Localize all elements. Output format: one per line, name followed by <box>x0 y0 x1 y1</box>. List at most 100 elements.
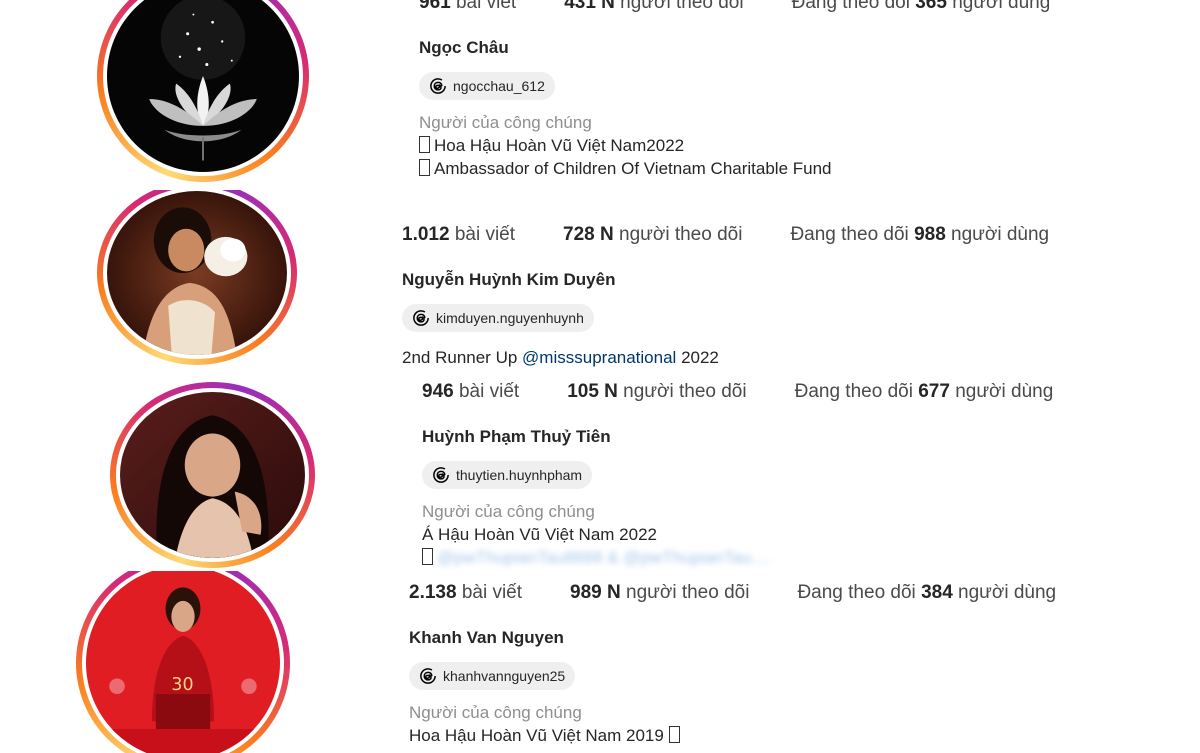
threads-icon <box>430 78 446 94</box>
threads-badge[interactable]: ngocchau_612 <box>419 72 555 100</box>
profile-name: Nguyễn Huỳnh Kim Duyên <box>402 270 616 289</box>
followers-label: người theo dõi <box>619 224 743 245</box>
bio-text: 2022 <box>681 348 719 367</box>
following-prefix: Đang theo dõi <box>791 0 910 13</box>
avatar[interactable] <box>107 191 287 355</box>
posts-count: 946 <box>422 381 454 402</box>
mention-link[interactable]: @misssupranational <box>522 348 676 367</box>
followers-count: 431 N <box>564 0 615 13</box>
story-ring[interactable] <box>110 382 315 568</box>
avatar-image <box>107 191 287 355</box>
emoji-placeholder-icon <box>419 136 430 153</box>
avatar[interactable] <box>120 392 305 558</box>
profile-info: 946 bài viết 105 N người theo dõi Đang t… <box>422 379 1101 569</box>
followers-stat[interactable]: 431 N người theo dõi <box>564 0 743 16</box>
posts-count: 2.138 <box>409 582 457 603</box>
threads-handle: khanhvannguyen25 <box>443 668 566 684</box>
followers-label: người theo dõi <box>620 0 744 13</box>
emoji-placeholder-icon <box>422 548 433 565</box>
profile-stats: 946 bài viết 105 N người theo dõi Đang t… <box>422 379 1101 405</box>
profile-stats: 961 bài viết 431 N người theo dõi Đang t… <box>419 0 1098 16</box>
bio-text: 2nd Runner Up <box>402 348 518 367</box>
avatar-image <box>120 392 305 558</box>
story-ring[interactable]: 30 <box>76 571 290 753</box>
posts-stat[interactable]: 961 bài viết <box>419 0 516 16</box>
profile-stats: 1.012 bài viết 728 N người theo dõi Đang… <box>402 222 1097 248</box>
profile-info: 1.012 bài viết 728 N người theo dõi Đang… <box>402 222 1097 369</box>
bio-text: Hoa Hậu Hoàn Vũ Việt Nam 2019 <box>409 726 664 745</box>
following-count: 677 <box>918 381 950 402</box>
avatar-border <box>116 388 309 562</box>
blurred-mentions: @pwThupianTau8888 & @pwThupianTau.... <box>437 548 771 567</box>
profile-card-kim-duyen: 1.012 bài viết 728 N người theo dõi Đang… <box>0 190 1200 373</box>
followers-count: 989 N <box>570 582 621 603</box>
threads-badge[interactable]: thuytien.huynhpham <box>422 461 593 489</box>
threads-handle: thuytien.huynhpham <box>456 467 583 483</box>
posts-stat[interactable]: 1.012 bài viết <box>402 222 515 248</box>
threads-handle: ngocchau_612 <box>453 78 545 94</box>
posts-label: bài viết <box>454 224 516 245</box>
following-prefix: Đang theo dõi <box>794 381 913 402</box>
svg-text:30: 30 <box>171 675 193 695</box>
threads-icon <box>420 668 436 684</box>
avatar-border: 30 <box>82 571 284 753</box>
bio-line: Hoa Hậu Hoàn Vũ Việt Nam 2019 <box>409 724 1104 747</box>
profile-category: Người của công chúng <box>419 113 592 132</box>
profile-name: Khanh Van Nguyen <box>409 628 564 647</box>
followers-count: 728 N <box>563 224 614 245</box>
profile-category: Người của công chúng <box>409 703 582 722</box>
bio-line: 2nd Runner Up @misssupranational 2022 <box>402 346 1097 369</box>
profile-name: Ngọc Châu <box>419 38 509 57</box>
avatar[interactable] <box>107 0 299 172</box>
following-stat[interactable]: Đang theo dõi 384 người dùng <box>797 580 1056 606</box>
followers-count: 105 N <box>567 381 618 402</box>
following-prefix: Đang theo dõi <box>790 224 909 245</box>
followers-stat[interactable]: 989 N người theo dõi <box>570 580 749 606</box>
profile-category: Người của công chúng <box>422 502 595 521</box>
following-stat[interactable]: Đang theo dõi 988 người dùng <box>790 222 1049 248</box>
posts-stat[interactable]: 946 bài viết <box>422 379 519 405</box>
bio-line: Á Hậu Hoàn Vũ Việt Nam 2022 <box>422 525 657 544</box>
following-count: 988 <box>914 224 946 245</box>
emoji-placeholder-icon <box>668 726 680 743</box>
avatar[interactable]: 30 <box>86 571 280 753</box>
profile-name: Huỳnh Phạm Thuỷ Tiên <box>422 427 611 446</box>
story-ring[interactable] <box>97 0 309 182</box>
threads-icon <box>433 467 449 483</box>
following-suffix: người dùng <box>952 0 1051 13</box>
profile-card-khanh-van: 30 2.138 bài viết 989 N người theo dõi Đ… <box>0 571 1200 753</box>
followers-stat[interactable]: 105 N người theo dõi <box>567 379 746 405</box>
posts-count: 961 <box>419 0 451 13</box>
avatar-border <box>103 0 303 176</box>
following-stat[interactable]: Đang theo dõi 365 người dùng <box>792 0 1051 16</box>
profile-card-ngoc-chau: 961 bài viết 431 N người theo dõi Đang t… <box>0 0 1200 190</box>
profile-stats: 2.138 bài viết 989 N người theo dõi Đang… <box>409 580 1104 606</box>
posts-label: bài viết <box>458 381 520 402</box>
following-suffix: người dùng <box>951 224 1050 245</box>
bio-line: Hoa Hậu Hoàn Vũ Việt Nam2022 <box>419 134 1098 157</box>
following-count: 365 <box>915 0 947 13</box>
threads-badge[interactable]: kimduyen.nguyenhuynh <box>402 304 594 332</box>
threads-icon <box>413 310 429 326</box>
profile-card-thuy-tien: 946 bài viết 105 N người theo dõi Đang t… <box>0 373 1200 571</box>
avatar-image: 30 <box>86 571 280 753</box>
story-ring[interactable] <box>97 190 297 365</box>
bio-line: Ambassador of Children Of Vietnam Charit… <box>419 157 1098 180</box>
posts-label: bài viết <box>455 0 517 13</box>
bio-line: @pwThupianTau8888 & @pwThupianTau.... <box>422 546 1101 569</box>
followers-stat[interactable]: 728 N người theo dõi <box>563 222 742 248</box>
posts-stat[interactable]: 2.138 bài viết <box>409 580 522 606</box>
threads-handle: kimduyen.nguyenhuynh <box>436 310 584 326</box>
posts-count: 1.012 <box>402 224 450 245</box>
followers-label: người theo dõi <box>623 381 747 402</box>
following-suffix: người dùng <box>955 381 1054 402</box>
lotus-avatar-image <box>107 0 299 172</box>
avatar-border <box>103 190 291 359</box>
following-prefix: Đang theo dõi <box>797 582 916 603</box>
bio-text: Ambassador of Children Of Vietnam Charit… <box>434 159 832 178</box>
bio-text: Hoa Hậu Hoàn Vũ Việt Nam2022 <box>434 136 685 155</box>
following-count: 384 <box>921 582 953 603</box>
posts-label: bài viết <box>461 582 523 603</box>
threads-badge[interactable]: khanhvannguyen25 <box>409 662 576 690</box>
following-stat[interactable]: Đang theo dõi 677 người dùng <box>795 379 1054 405</box>
